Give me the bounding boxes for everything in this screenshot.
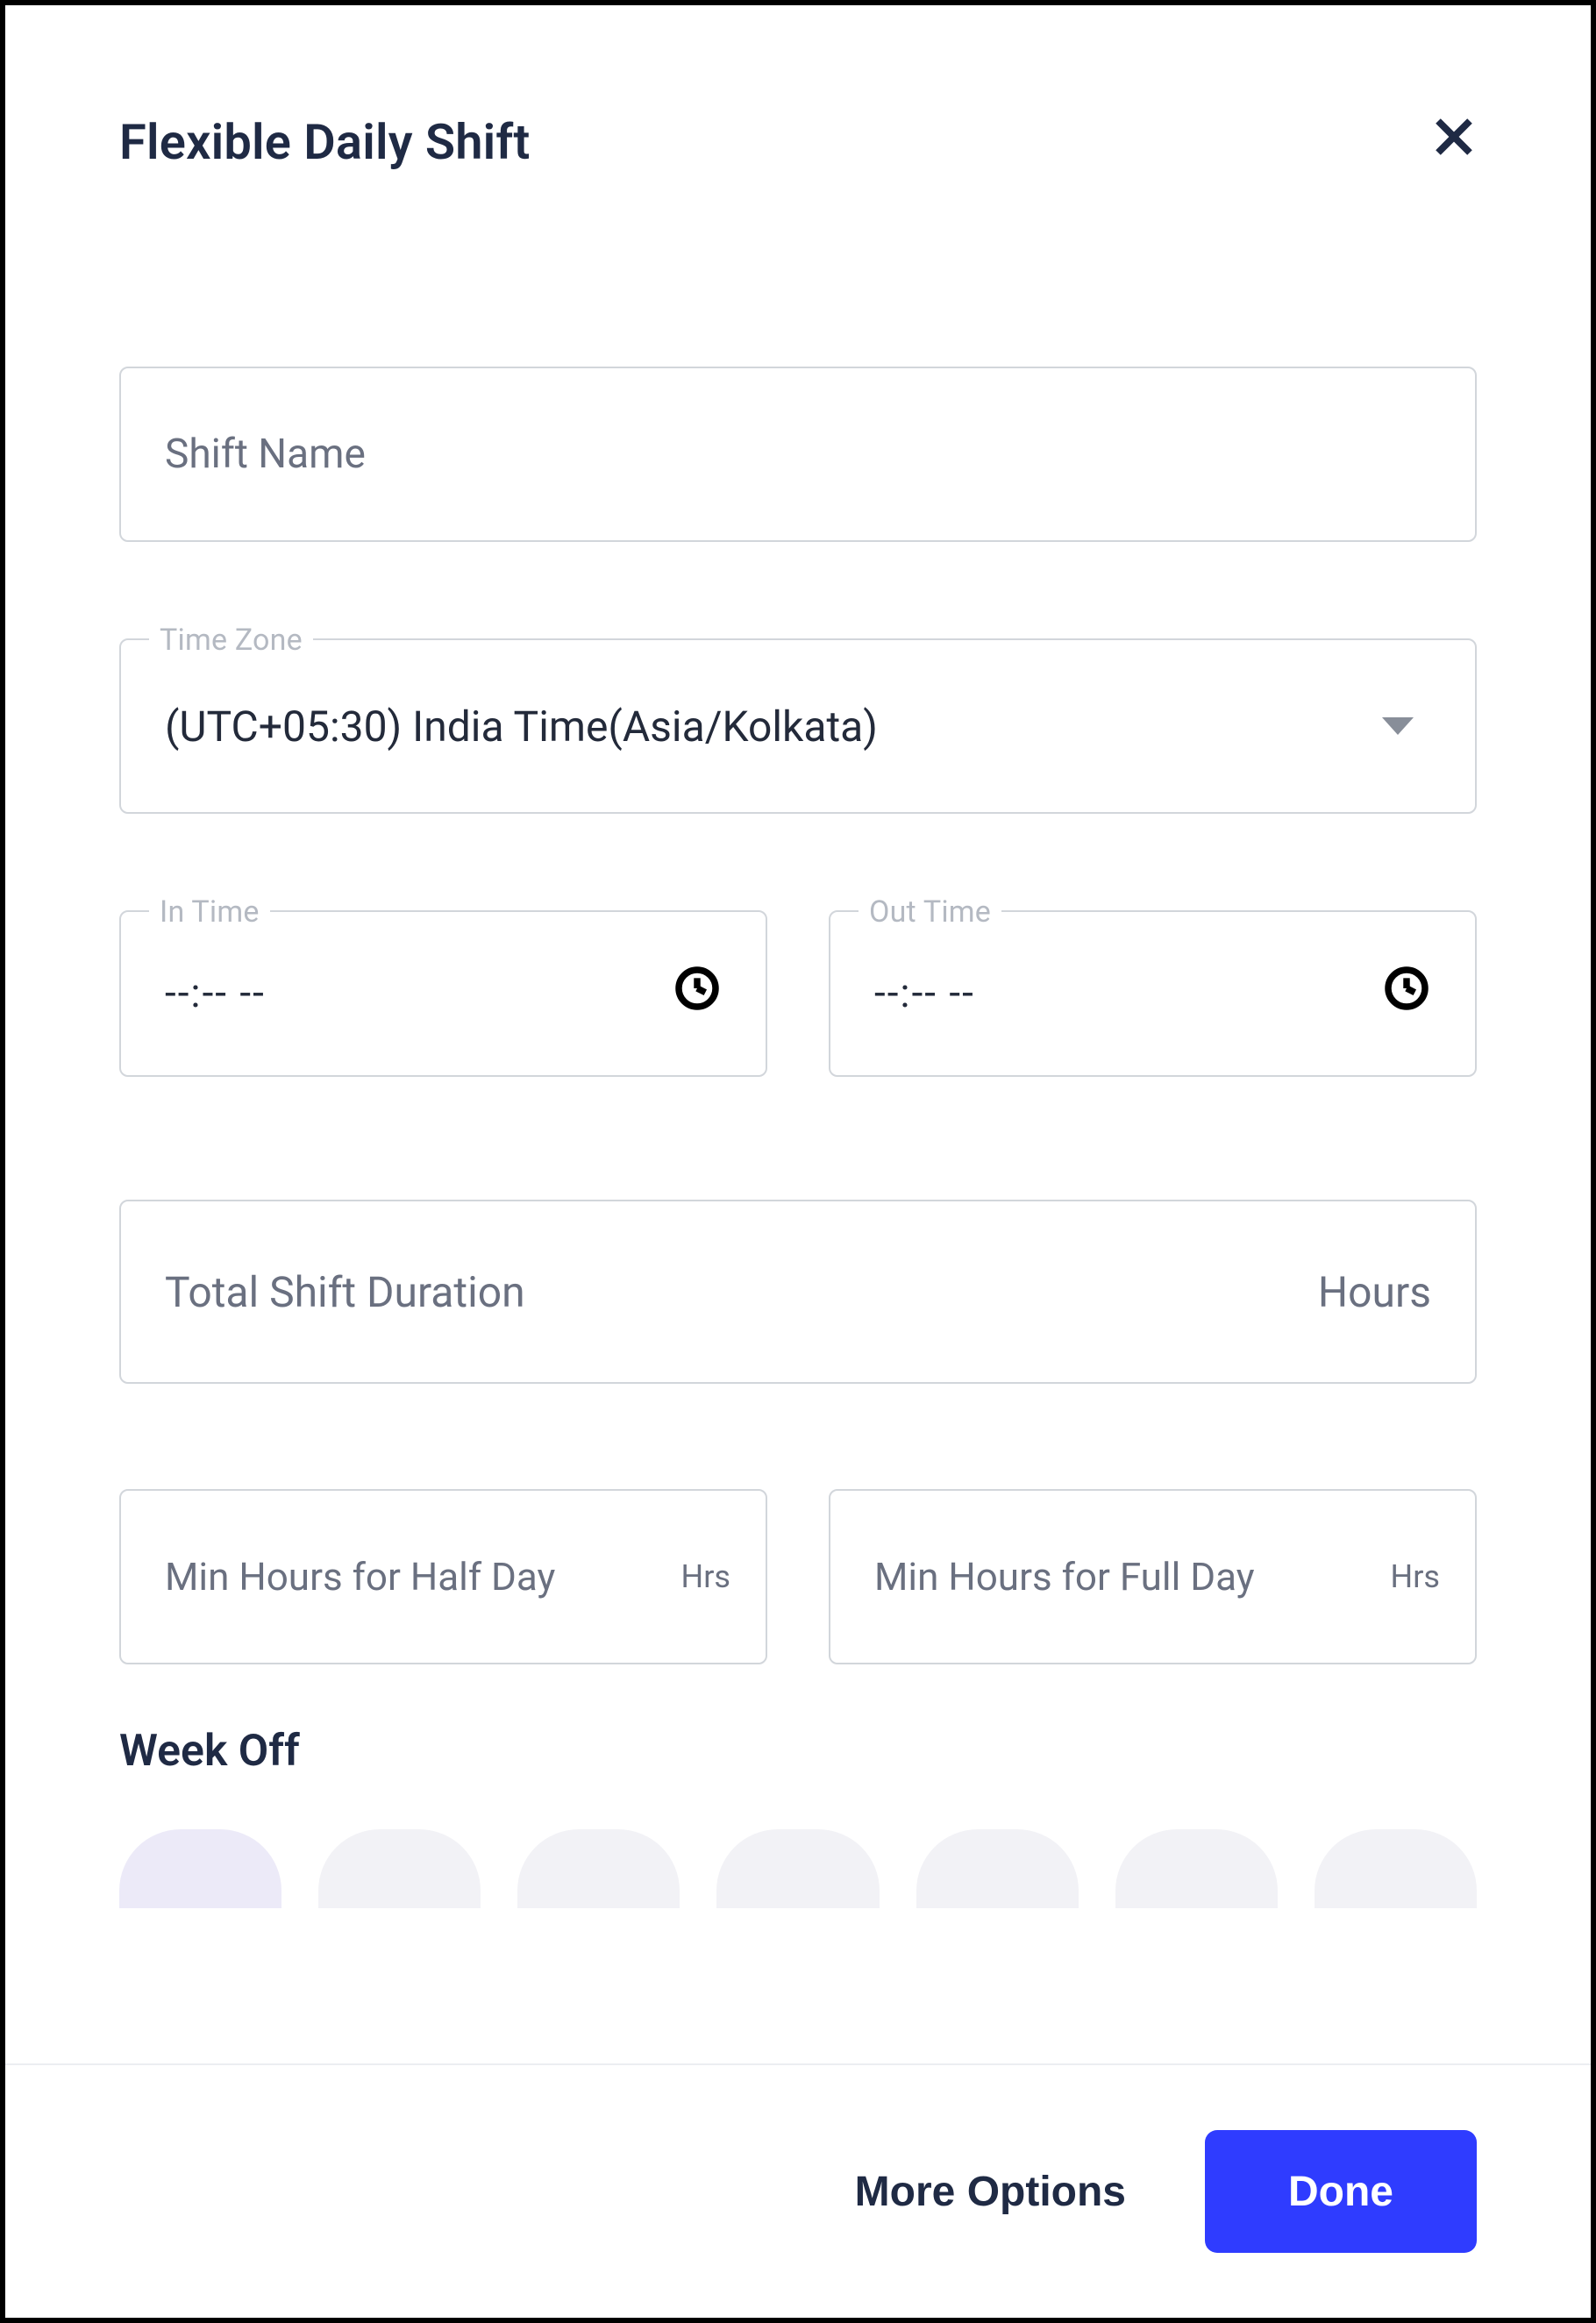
total-duration-label: Total Shift Duration — [165, 1267, 525, 1317]
day-chip[interactable] — [119, 1829, 281, 1908]
in-time-label: In Time — [149, 894, 270, 930]
day-chip[interactable] — [716, 1829, 879, 1908]
in-time-field: In Time --:-- -- — [119, 910, 767, 1077]
flexible-shift-dialog: Flexible Daily Shift Shift Name Time Zon… — [0, 0, 1596, 2323]
in-time-placeholder: --:-- -- — [165, 970, 266, 1017]
clock-icon — [673, 964, 722, 1023]
dialog-header: Flexible Daily Shift — [5, 5, 1591, 209]
chevron-down-icon — [1382, 717, 1414, 735]
half-day-label: Min Hours for Half Day — [165, 1554, 555, 1600]
half-day-input[interactable]: Min Hours for Half Day Hrs — [119, 1489, 767, 1664]
dialog-footer: More Options Done — [5, 2063, 1591, 2318]
timezone-label: Time Zone — [149, 623, 313, 658]
shift-name-placeholder: Shift Name — [165, 431, 366, 478]
close-button[interactable] — [1422, 110, 1486, 174]
shift-name-input[interactable]: Shift Name — [119, 367, 1477, 542]
time-row: In Time --:-- -- Out Time --:-- -- — [119, 910, 1477, 1077]
day-chip[interactable] — [916, 1829, 1079, 1908]
min-hours-row: Min Hours for Half Day Hrs Min Hours for… — [119, 1489, 1477, 1664]
out-time-field: Out Time --:-- -- — [829, 910, 1477, 1077]
full-day-field: Min Hours for Full Day Hrs — [829, 1489, 1477, 1664]
dialog-title: Flexible Daily Shift — [119, 113, 531, 171]
full-day-input[interactable]: Min Hours for Full Day Hrs — [829, 1489, 1477, 1664]
day-chip[interactable] — [318, 1829, 481, 1908]
full-day-unit: Hrs — [1391, 1558, 1440, 1595]
close-icon — [1430, 112, 1478, 173]
dialog-body: Shift Name Time Zone (UTC+05:30) India T… — [5, 209, 1591, 2063]
done-button[interactable]: Done — [1205, 2130, 1477, 2253]
week-off-days — [119, 1829, 1477, 1908]
out-time-input[interactable]: --:-- -- — [829, 910, 1477, 1077]
day-chip[interactable] — [1115, 1829, 1278, 1908]
total-duration-input[interactable]: Total Shift Duration Hours — [119, 1200, 1477, 1384]
clock-icon — [1382, 964, 1431, 1023]
timezone-value: (UTC+05:30) India Time(Asia/Kolkata) — [165, 702, 1382, 752]
shift-name-field: Shift Name — [119, 367, 1477, 542]
more-options-button[interactable]: More Options — [855, 2168, 1126, 2216]
half-day-field: Min Hours for Half Day Hrs — [119, 1489, 767, 1664]
day-chip[interactable] — [1315, 1829, 1477, 1908]
week-off-title: Week Off — [119, 1726, 1477, 1777]
timezone-field: Time Zone (UTC+05:30) India Time(Asia/Ko… — [119, 638, 1477, 814]
half-day-unit: Hrs — [681, 1558, 730, 1595]
day-chip[interactable] — [517, 1829, 680, 1908]
out-time-label: Out Time — [859, 894, 1001, 930]
in-time-input[interactable]: --:-- -- — [119, 910, 767, 1077]
timezone-select[interactable]: (UTC+05:30) India Time(Asia/Kolkata) — [119, 638, 1477, 814]
out-time-placeholder: --:-- -- — [874, 970, 975, 1017]
full-day-label: Min Hours for Full Day — [874, 1554, 1255, 1600]
total-duration-unit: Hours — [1318, 1267, 1431, 1317]
